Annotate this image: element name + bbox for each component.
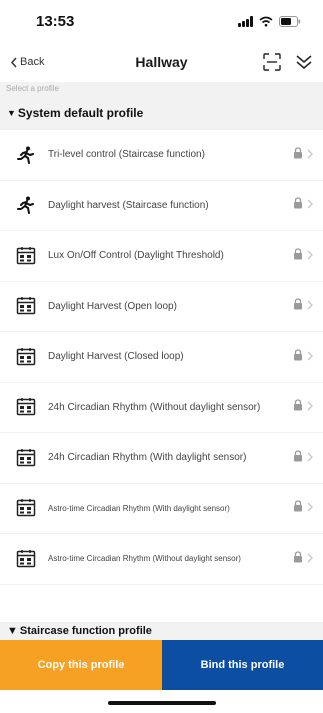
status-time: 13:53 <box>36 12 75 30</box>
chevron-right-icon <box>307 247 313 265</box>
profile-row[interactable]: 24h Circadian Rhythm (With daylight sens… <box>0 433 323 484</box>
chevron-right-icon <box>307 297 313 315</box>
profile-list: Tri-level control (Staircase function) Da… <box>0 130 323 585</box>
lock-icon <box>293 348 303 366</box>
section-title: System default profile <box>17 106 144 120</box>
chevron-right-icon <box>307 550 313 568</box>
copy-profile-button[interactable]: Copy this profile <box>0 640 162 690</box>
chevron-left-icon <box>10 57 17 67</box>
status-bar: 13:53 <box>0 0 323 42</box>
calendar-icon <box>14 547 38 571</box>
lock-icon <box>293 499 303 517</box>
calendar-icon <box>14 496 38 520</box>
profile-label: 24h Circadian Rhythm (Without daylight s… <box>48 401 261 413</box>
home-area <box>0 690 323 713</box>
profile-row[interactable]: Daylight harvest (Staircase function) <box>0 181 323 231</box>
calendar-icon <box>14 244 38 268</box>
profile-label: Astro-time Circadian Rhythm (With daylig… <box>48 503 230 513</box>
chevron-right-icon <box>307 398 313 416</box>
profile-label: Daylight Harvest (Open loop) <box>48 300 177 312</box>
profile-row[interactable]: 24h Circadian Rhythm (Without daylight s… <box>0 383 323 433</box>
section-header-default[interactable]: ▼ System default profile <box>0 96 323 130</box>
select-profile-hint: Select a profile <box>0 82 323 96</box>
home-indicator <box>107 701 216 705</box>
profile-label: Tri-level control (Staircase function) <box>48 149 205 161</box>
lock-icon <box>293 146 303 164</box>
back-button[interactable]: Back <box>10 56 44 68</box>
wifi-icon <box>259 16 273 27</box>
signal-icon <box>238 15 253 27</box>
lock-icon <box>293 550 303 568</box>
bottom-action-bar: Copy this profile Bind this profile <box>0 640 323 690</box>
profile-label: Lux On/Off Control (Daylight Threshold) <box>48 250 224 262</box>
status-icons <box>238 15 301 27</box>
battery-icon <box>279 15 301 27</box>
scan-icon[interactable] <box>263 53 281 71</box>
staircase-icon <box>14 193 38 217</box>
bind-profile-button[interactable]: Bind this profile <box>162 640 323 690</box>
back-label: Back <box>20 56 45 68</box>
lock-icon <box>293 196 303 214</box>
calendar-icon <box>14 294 38 318</box>
section-title: Staircase function profile <box>19 625 152 637</box>
lock-icon <box>293 297 303 315</box>
profile-row[interactable]: Daylight Harvest (Open loop) <box>0 282 323 332</box>
calendar-icon <box>14 446 38 470</box>
profile-label: Daylight Harvest (Closed loop) <box>48 351 184 363</box>
calendar-icon <box>14 395 38 419</box>
profile-row[interactable]: Lux On/Off Control (Daylight Threshold) <box>0 231 323 282</box>
chevron-right-icon <box>307 146 313 164</box>
chevron-right-icon <box>307 196 313 214</box>
chevron-right-icon <box>307 348 313 366</box>
triangle-down-icon: ▼ <box>7 625 18 637</box>
profile-row[interactable]: Astro-time Circadian Rhythm (Without day… <box>0 534 323 585</box>
triangle-down-icon: ▼ <box>7 108 16 118</box>
profile-row[interactable]: Daylight Harvest (Closed loop) <box>0 332 323 383</box>
nav-bar: Back Hallway <box>0 42 323 82</box>
chevron-right-icon <box>307 449 313 467</box>
chevron-right-icon <box>307 499 313 517</box>
profile-label: Astro-time Circadian Rhythm (Without day… <box>48 554 241 564</box>
profile-row[interactable]: Astro-time Circadian Rhythm (With daylig… <box>0 484 323 534</box>
profile-row[interactable]: Tri-level control (Staircase function) <box>0 130 323 181</box>
staircase-icon <box>14 143 38 167</box>
calendar-icon <box>14 345 38 369</box>
profile-label: 24h Circadian Rhythm (With daylight sens… <box>48 452 247 464</box>
profile-label: Daylight harvest (Staircase function) <box>48 199 209 211</box>
lock-icon <box>293 449 303 467</box>
lock-icon <box>293 247 303 265</box>
lock-icon <box>293 398 303 416</box>
section-header-staircase[interactable]: ▼ Staircase function profile <box>0 622 323 640</box>
double-chevron-down-icon[interactable] <box>295 53 313 71</box>
